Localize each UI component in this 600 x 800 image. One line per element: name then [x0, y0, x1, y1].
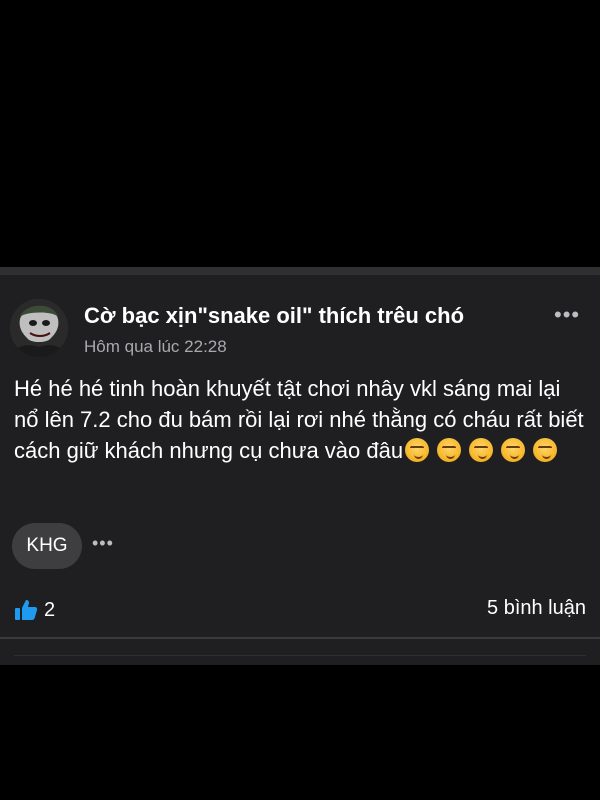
post-card[interactable]: Cờ bạc xịn"snake oil" thích trêu chó Hôm…: [0, 267, 600, 665]
stock-tag-button[interactable]: KHG: [12, 523, 82, 569]
screen: Cờ bạc xịn"snake oil" thích trêu chó Hôm…: [0, 0, 600, 800]
post-timestamp[interactable]: Hôm qua lúc 22:28: [84, 337, 227, 357]
smirking-face-icon: [501, 438, 526, 462]
card-top-divider: [0, 267, 600, 275]
post-options-button[interactable]: •••: [554, 304, 580, 326]
smirking-face-icon: [405, 438, 430, 462]
like-button[interactable]: 2: [14, 597, 55, 623]
emoji-row: [405, 438, 565, 470]
card-separator: [14, 655, 586, 656]
smirking-face-icon: [469, 438, 494, 462]
post-content: Hé hé hé tinh hoàn khuyết tật chơi nhây …: [14, 373, 590, 470]
author-name[interactable]: Cờ bạc xịn"snake oil" thích trêu chó: [84, 303, 464, 329]
like-count: 2: [44, 598, 56, 621]
card-bottom-divider: [0, 637, 600, 639]
avatar[interactable]: [10, 299, 68, 357]
avatar-image-icon: [10, 299, 68, 357]
comments-count-link[interactable]: 5 bình luận: [487, 597, 586, 620]
smirking-face-icon: [533, 438, 558, 462]
thumbs-up-icon: [15, 600, 38, 620]
more-tags-button[interactable]: •••: [92, 533, 114, 554]
smirking-face-icon: [437, 438, 462, 462]
